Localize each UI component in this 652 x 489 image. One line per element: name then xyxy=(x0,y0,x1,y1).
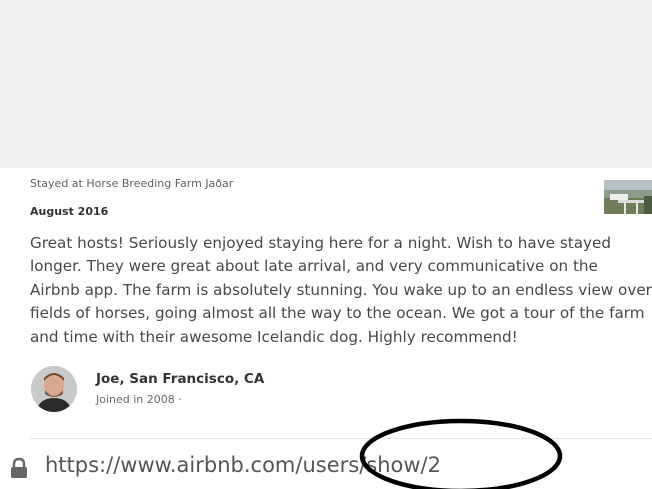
listing-thumbnail[interactable] xyxy=(604,180,652,214)
review-date: August 2016 xyxy=(30,205,109,218)
review-body-line: Great hosts! Seriously enjoyed staying h… xyxy=(30,234,611,252)
review-body-line: longer. They were great about late arriv… xyxy=(30,257,598,276)
review-author[interactable]: Joe, San Francisco, CA xyxy=(96,371,264,387)
avatar[interactable] xyxy=(31,366,77,412)
author-joined-date: Joined in 2008 · xyxy=(96,393,182,406)
url-text[interactable]: https://www.airbnb.com/users/show/2 xyxy=(45,453,441,477)
review-body-line: fields of horses, going almost all the w… xyxy=(30,304,645,323)
avatar-image xyxy=(31,366,77,412)
page-header-area xyxy=(0,0,652,168)
lock-icon xyxy=(9,457,29,483)
address-bar[interactable]: https://www.airbnb.com/users/show/2 xyxy=(0,439,652,489)
review-card: Stayed at Horse Breeding Farm Jaðar Augu… xyxy=(0,168,652,438)
review-body: Great hosts! Seriously enjoyed staying h… xyxy=(30,232,652,349)
stayed-at-label: Stayed at Horse Breeding Farm Jaðar xyxy=(30,177,234,190)
review-body-line: and time with their awesome Icelandic do… xyxy=(30,327,518,346)
review-body-line: Airbnb app. The farm is absolutely stunn… xyxy=(30,280,652,299)
listing-photo xyxy=(604,180,652,214)
